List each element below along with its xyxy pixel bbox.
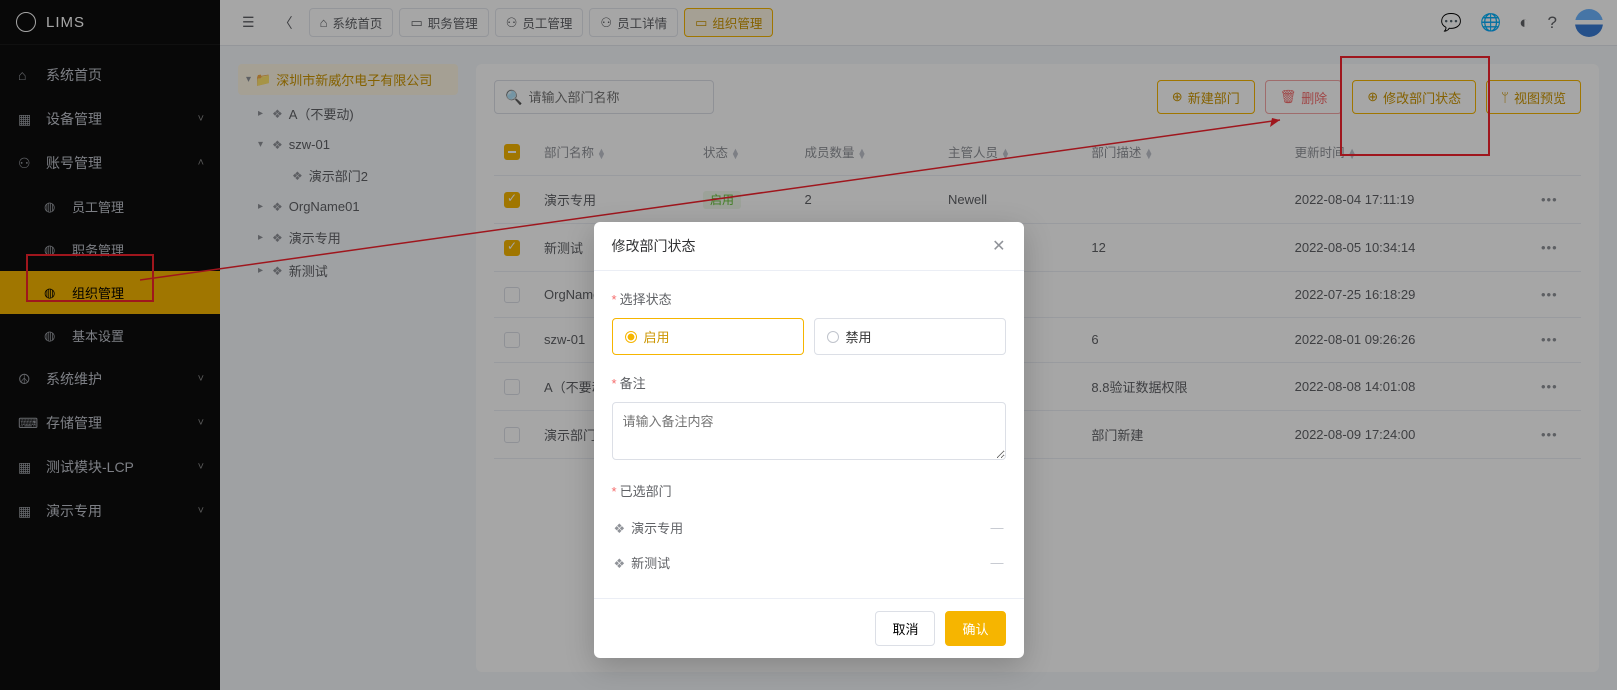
selected-label: *已选部门 [612, 481, 1006, 500]
remove-icon[interactable]: — [991, 520, 1004, 535]
selected-dept-row: ❖新测试— [612, 545, 1006, 580]
layers-icon: ❖ [614, 556, 626, 571]
confirm-button[interactable]: 确认 [945, 611, 1005, 646]
modal-title: 修改部门状态 [612, 236, 696, 256]
remark-label: *备注 [612, 373, 1006, 392]
selected-dept-row: ❖演示专用— [612, 510, 1006, 545]
remark-textarea[interactable] [612, 402, 1006, 460]
close-icon[interactable]: ✕ [992, 236, 1005, 256]
modal-overlay[interactable]: 修改部门状态 ✕ *选择状态 启用 禁用 *备注 *已选部门 ❖演示专用—❖新测… [0, 0, 1617, 690]
radio-disable[interactable]: 禁用 [814, 318, 1006, 355]
layers-icon: ❖ [614, 521, 626, 536]
status-label: *选择状态 [612, 289, 1006, 308]
radio-dot-icon [625, 331, 637, 343]
cancel-button[interactable]: 取消 [875, 611, 935, 646]
radio-enable[interactable]: 启用 [612, 318, 804, 355]
remove-icon[interactable]: — [991, 555, 1004, 570]
radio-dot-icon [827, 331, 839, 343]
status-modal: 修改部门状态 ✕ *选择状态 启用 禁用 *备注 *已选部门 ❖演示专用—❖新测… [594, 222, 1024, 658]
